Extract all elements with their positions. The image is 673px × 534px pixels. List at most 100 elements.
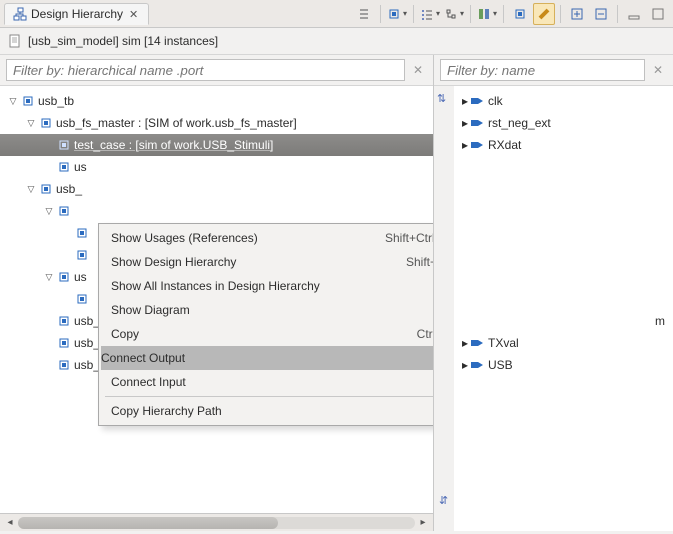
left-filter-row: ✕ [0,55,433,86]
separator [560,5,561,23]
tree-label: usb_fs_master : [SIM of work.usb_fs_mast… [56,116,303,130]
menu-show-usages[interactable]: Show Usages (References) Shift+Ctrl+G [101,226,433,250]
port-icon [470,94,484,108]
signal-row[interactable]: ▸ RXdat [454,134,673,156]
expander-icon[interactable]: ▸ [460,94,470,108]
menu-copy[interactable]: Copy Ctrl+C [101,322,433,346]
expand-button[interactable] [566,3,588,25]
signal-row[interactable]: ▸ clk [454,90,673,112]
expander-icon[interactable]: ▽ [24,118,38,129]
chip-dropdown-button[interactable] [386,3,408,25]
chip-button[interactable] [509,3,531,25]
scroll-right-icon[interactable]: ▸ [415,517,431,528]
tree-node[interactable]: ▽ us [0,156,433,178]
signal-row[interactable]: ▸ TXval [454,332,673,354]
sort-desc-button[interactable]: ⇵ [439,494,453,508]
highlight-button[interactable] [533,3,555,25]
context-menu: Show Usages (References) Shift+Ctrl+G Sh… [98,223,433,426]
menu-connect-output[interactable]: Connect Output [101,346,433,370]
signal-toolbar: ⇅ ⇵ [434,86,454,531]
chip-icon [21,94,35,108]
view-toolbar [353,3,669,25]
separator [380,5,381,23]
scroll-thumb[interactable] [18,517,278,529]
signal-list: ▸ clk ▸ rst_neg_ext ▸ RXdat [454,86,673,531]
filter-clear-icon[interactable]: ✕ [649,61,667,79]
signal-label-tail: m [655,314,665,328]
menu-label: Connect Output [101,351,185,365]
tab-design-hierarchy[interactable]: Design Hierarchy ✕ [4,3,149,25]
tab-title: Design Hierarchy [31,7,123,21]
collapse-button[interactable] [590,3,612,25]
breadcrumb-text: [usb_sim_model] sim [14 instances] [28,34,218,48]
port-icon [470,336,484,350]
horizontal-scrollbar[interactable]: ◂ ▸ [0,513,433,531]
tree-label: test_case : [sim of work.USB_Stimuli] [74,138,279,152]
menu-label: Show Design Hierarchy [111,255,236,269]
expander-icon[interactable]: ▽ [6,96,20,107]
maximize-view-button[interactable] [647,3,669,25]
tree-node[interactable]: ▽ usb_ [0,178,433,200]
menu-label: Copy [111,327,139,341]
signal-label: rst_neg_ext [488,116,551,130]
signal-label: TXval [488,336,519,350]
scroll-track[interactable] [18,517,415,529]
separator [470,5,471,23]
signal-label: USB [488,358,513,372]
signal-label: clk [488,94,503,108]
separator [617,5,618,23]
menu-label: Copy Hierarchy Path [111,404,222,418]
filter-clear-icon[interactable]: ✕ [409,61,427,79]
menu-show-diagram[interactable]: Show Diagram [101,298,433,322]
minimize-view-button[interactable] [623,3,645,25]
signal-row[interactable]: ▸ USB [454,354,673,376]
list-dropdown-button[interactable] [419,3,441,25]
menu-shortcut: Shift+Ctrl+G [385,231,433,245]
chip-icon [57,314,71,328]
document-icon [8,34,22,48]
port-icon [470,138,484,152]
expander-icon[interactable]: ▽ [24,184,38,195]
chip-icon [39,116,53,130]
menu-label: Show Usages (References) [111,231,258,245]
hierarchy-filter-input[interactable] [6,59,405,81]
menu-label: Show Diagram [111,303,190,317]
menu-copy-hierarchy-path[interactable]: Copy Hierarchy Path [101,399,433,423]
collapse-all-button[interactable] [353,3,375,25]
menu-connect-input[interactable]: Connect Input [101,370,433,394]
expander-icon[interactable]: ▸ [460,116,470,130]
signal-row[interactable]: ▸ rst_neg_ext [454,112,673,134]
expander-icon[interactable]: ▸ [460,358,470,372]
columns-dropdown-button[interactable] [476,3,498,25]
scroll-left-icon[interactable]: ◂ [2,517,18,528]
signal-row[interactable]: m [454,310,673,332]
tab-bar: Design Hierarchy ✕ [0,0,673,28]
expander-icon[interactable]: ▽ [42,206,56,217]
chip-icon [57,336,71,350]
menu-show-all-instances[interactable]: Show All Instances in Design Hierarchy [101,274,433,298]
menu-label: Show All Instances in Design Hierarchy [111,279,320,293]
port-icon [470,116,484,130]
menu-show-design-hierarchy[interactable]: Show Design Hierarchy Shift+F4 [101,250,433,274]
chip-icon [57,160,71,174]
tab-close-icon[interactable]: ✕ [127,8,140,21]
tree-dropdown-button[interactable] [443,3,465,25]
tree-node-selected[interactable]: ▽ test_case : [sim of work.USB_Stimuli] [0,134,433,156]
chip-icon [75,248,89,262]
port-icon [470,358,484,372]
expander-icon[interactable]: ▸ [460,336,470,350]
signal-filter-input[interactable] [440,59,645,81]
sort-asc-button[interactable]: ⇅ [437,92,451,106]
chip-icon [75,292,89,306]
menu-shortcut: Shift+F4 [406,255,433,269]
right-filter-row: ✕ [434,55,673,86]
hierarchy-icon [13,7,27,21]
tree-node[interactable]: ▽ [0,200,433,222]
separator [503,5,504,23]
tree-node[interactable]: ▽ usb_fs_master : [SIM of work.usb_fs_ma… [0,112,433,134]
expander-icon[interactable]: ▽ [42,272,56,283]
expander-icon[interactable]: ▸ [460,138,470,152]
chip-icon [57,358,71,372]
separator [413,5,414,23]
tree-node-root[interactable]: ▽ usb_tb [0,90,433,112]
